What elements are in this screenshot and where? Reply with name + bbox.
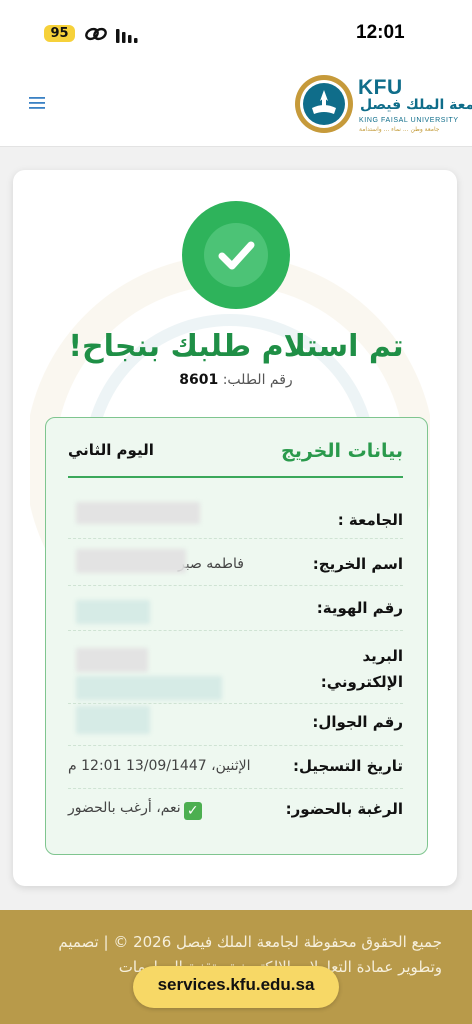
email-label: البريد الإلكتروني:: [320, 647, 403, 691]
email-redacted-bottom: [76, 676, 222, 700]
signal-icon: [116, 29, 138, 43]
registration-date-value: الإثنين، 13/09/1447 12:01 م: [68, 758, 251, 774]
link-icon: [85, 27, 107, 41]
graduate-name-value: فاطمه صبر: [178, 556, 244, 572]
registration-date-label: تاريخ التسجيل:: [292, 757, 403, 775]
graduate-name-label: اسم الخريج:: [312, 555, 403, 573]
graduate-name-redacted: [76, 549, 186, 573]
hamburger-menu-icon[interactable]: [29, 96, 45, 110]
row-separator: [68, 788, 403, 789]
logo-english-name: KING FAISAL UNIVERSITY: [359, 117, 459, 124]
row-separator: [68, 745, 403, 746]
browser-url-text[interactable]: services.kfu.edu.sa: [133, 975, 339, 995]
attendance-value: ✓نعم، أرغب بالحضور: [68, 800, 202, 820]
success-check-icon: [182, 201, 290, 309]
attendance-label: الرغبة بالحضور:: [285, 800, 403, 818]
row-separator: [68, 538, 403, 539]
battery-indicator: 95: [44, 25, 75, 42]
row-separator: [68, 585, 403, 586]
ceremony-day: اليوم الثاني: [68, 441, 154, 459]
university-label: الجامعة :: [337, 511, 403, 529]
logo-tagline: جامعة وطن ... نماء ... واستدامة: [359, 126, 440, 133]
phone-label: رقم الجوال:: [312, 713, 403, 731]
id-number-label: رقم الهوية:: [316, 599, 403, 617]
kfu-seal-logo[interactable]: [294, 74, 354, 134]
success-title: تم استلام طلبك بنجاح!: [68, 329, 404, 364]
checkmark-icon: ✓: [183, 802, 202, 820]
graduate-info-panel: [45, 417, 428, 855]
email-redacted-top: [76, 648, 148, 672]
order-number-line: رقم الطلب: 8601: [40, 372, 432, 388]
order-number-value: 8601: [179, 372, 219, 388]
order-number-label: رقم الطلب:: [222, 372, 293, 388]
graduate-section-title: بيانات الخريج: [281, 440, 403, 462]
university-value-redacted: [76, 502, 200, 524]
row-separator: [68, 703, 403, 704]
id-number-redacted: [76, 600, 150, 624]
site-header: KFU جامعة الملك فيصل KING FAISAL UNIVERS…: [0, 66, 472, 147]
phone-redacted: [76, 706, 150, 734]
row-separator: [68, 630, 403, 631]
clock: 12:01: [356, 22, 405, 43]
attendance-text: نعم، أرغب بالحضور: [68, 800, 181, 816]
logo-arabic-name: جامعة الملك فيصل: [360, 97, 472, 113]
section-divider: [68, 476, 403, 478]
